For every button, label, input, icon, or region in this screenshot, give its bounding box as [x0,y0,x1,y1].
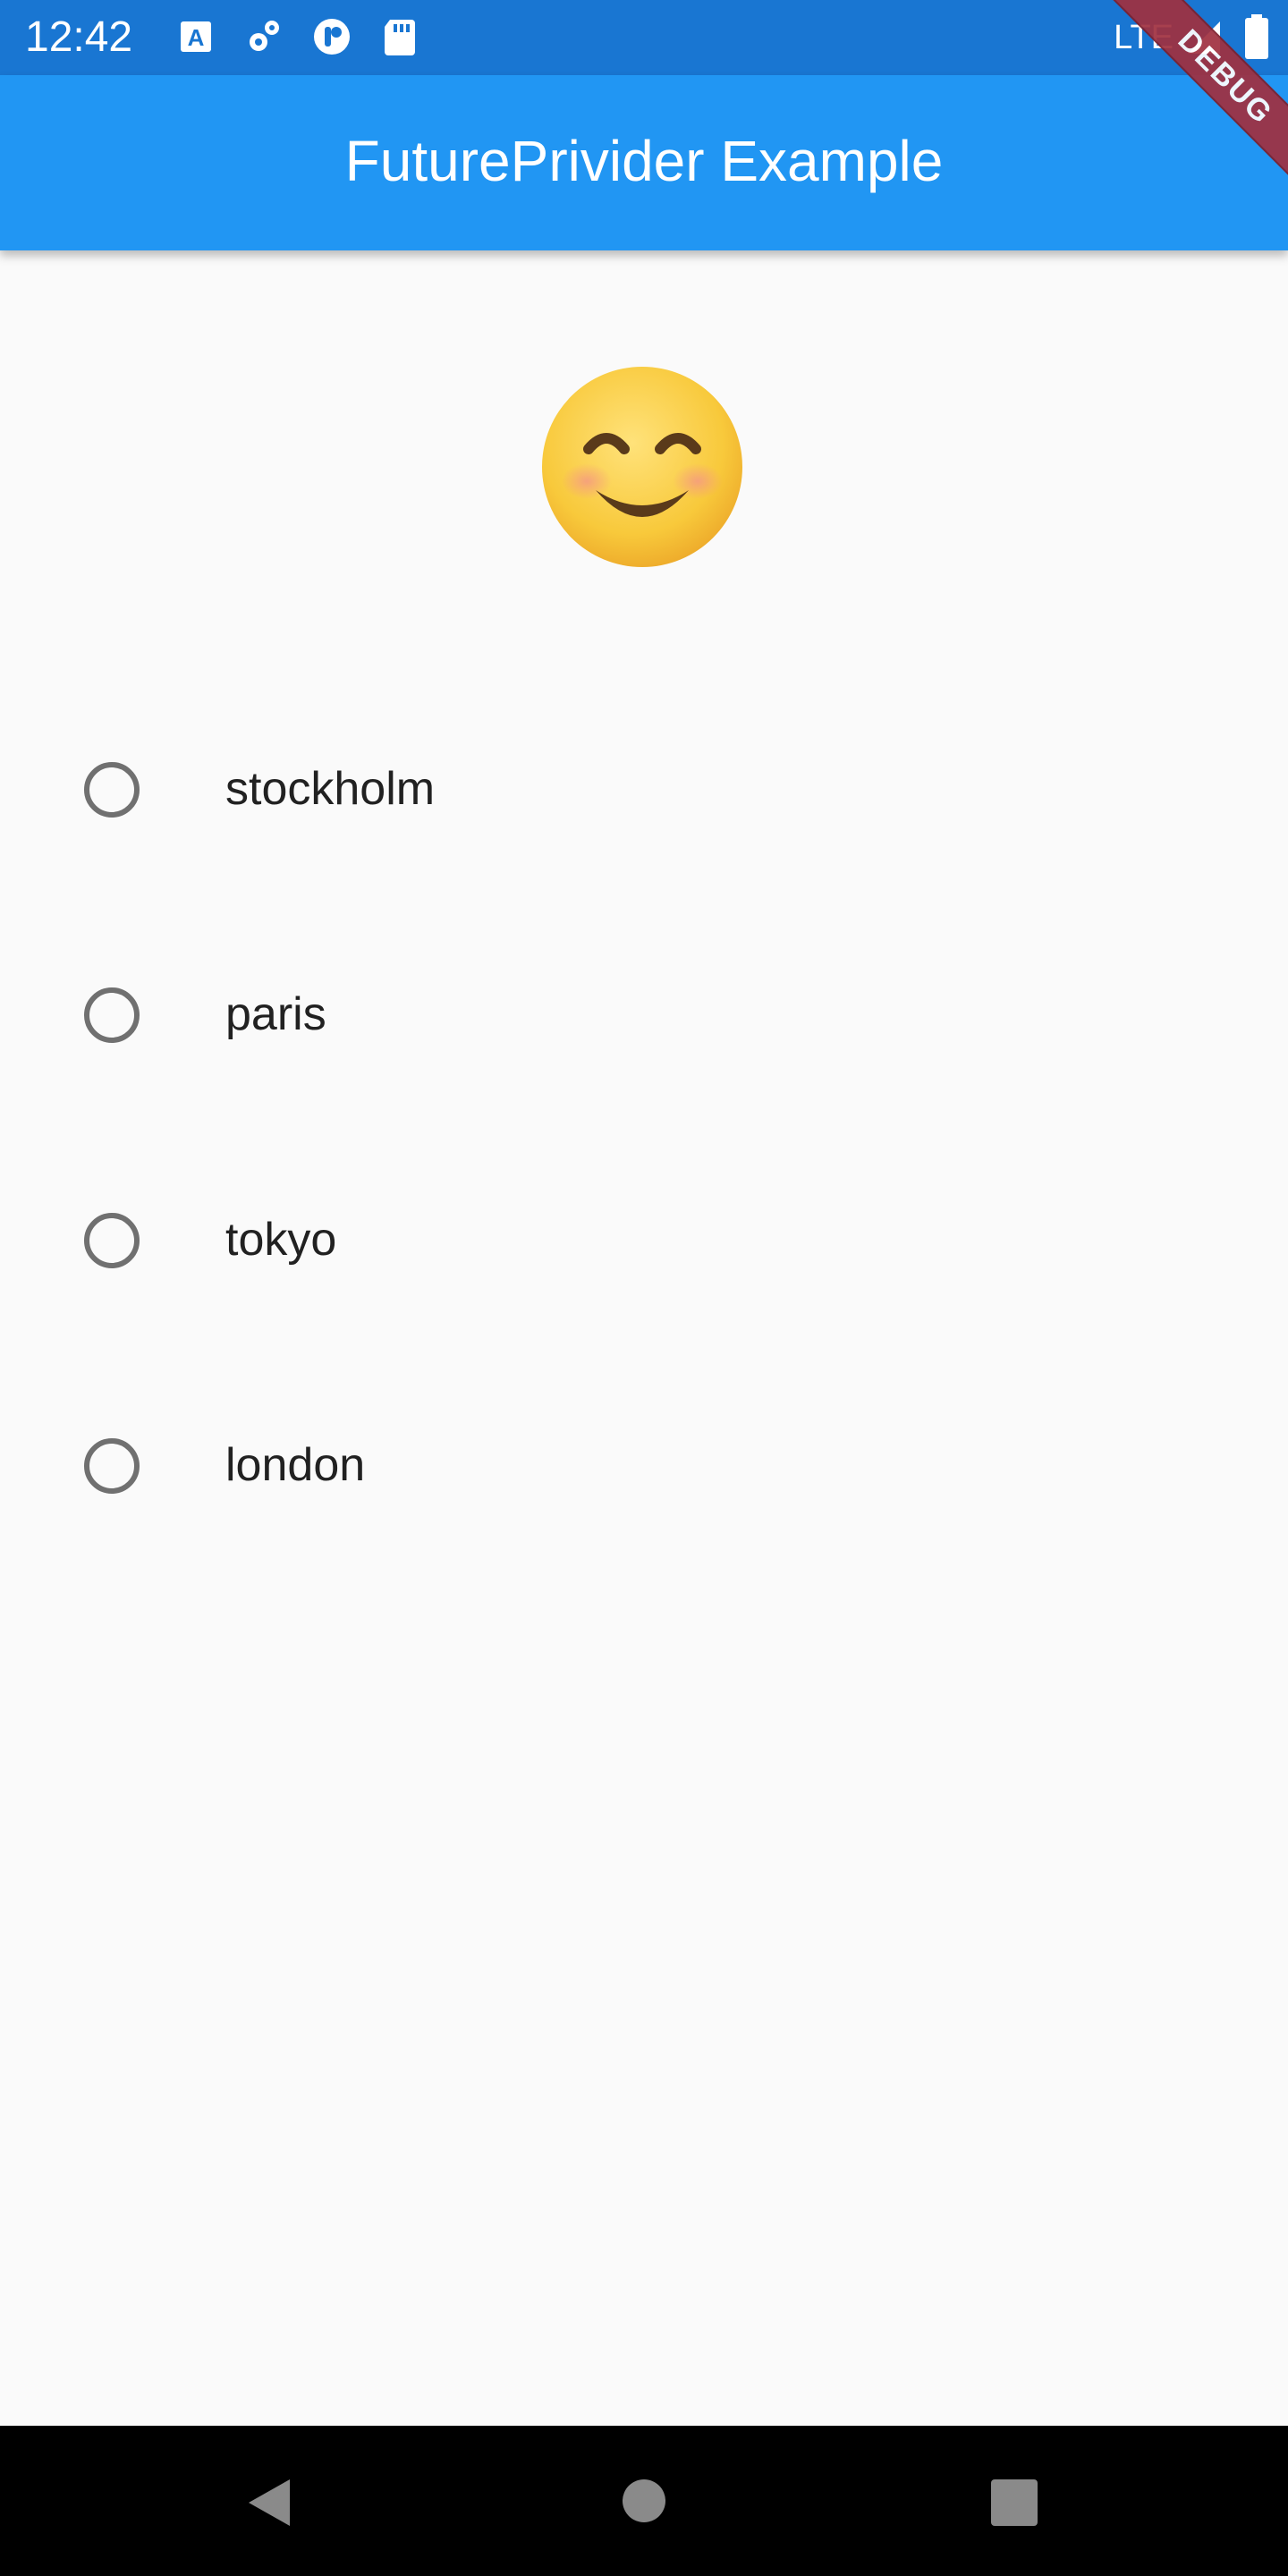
status-notification-icons: A [175,16,447,57]
radio-option-london[interactable]: london [0,1352,1288,1578]
city-radio-group: stockholm paris tokyo london [0,676,1288,1578]
radio-option-paris[interactable]: paris [0,902,1288,1127]
radio-option-tokyo[interactable]: tokyo [0,1127,1288,1352]
radio-option-stockholm[interactable]: stockholm [0,676,1288,902]
radio-button[interactable] [84,1213,140,1268]
radio-label: tokyo [225,1214,337,1266]
system-navigation-bar [0,2426,1288,2576]
sd-card-icon [379,16,420,57]
home-icon[interactable] [623,2479,665,2522]
rounded-app-icon [311,16,352,57]
screen: 12:42 A LTE FuturePrivider Example DEBUG… [0,0,1288,2576]
back-icon[interactable] [243,2476,293,2534]
status-bar: 12:42 A LTE [0,0,1288,75]
smiling-face-emoji-icon [537,361,748,572]
app-bar-title: FuturePrivider Example [344,129,944,193]
radio-label: stockholm [225,763,436,815]
radio-button[interactable] [84,1438,140,1494]
radio-label: london [225,1439,366,1491]
radio-button[interactable] [84,987,140,1043]
recents-icon[interactable] [991,2479,1038,2526]
radio-button[interactable] [84,762,140,818]
battery-icon [1243,14,1270,61]
app-bar: FuturePrivider Example [0,75,1288,250]
svg-text:A: A [188,24,205,51]
status-time: 12:42 [25,13,133,61]
radio-label: paris [225,988,326,1040]
font-app-icon: A [175,16,216,57]
settings-gear-icon [243,16,284,57]
